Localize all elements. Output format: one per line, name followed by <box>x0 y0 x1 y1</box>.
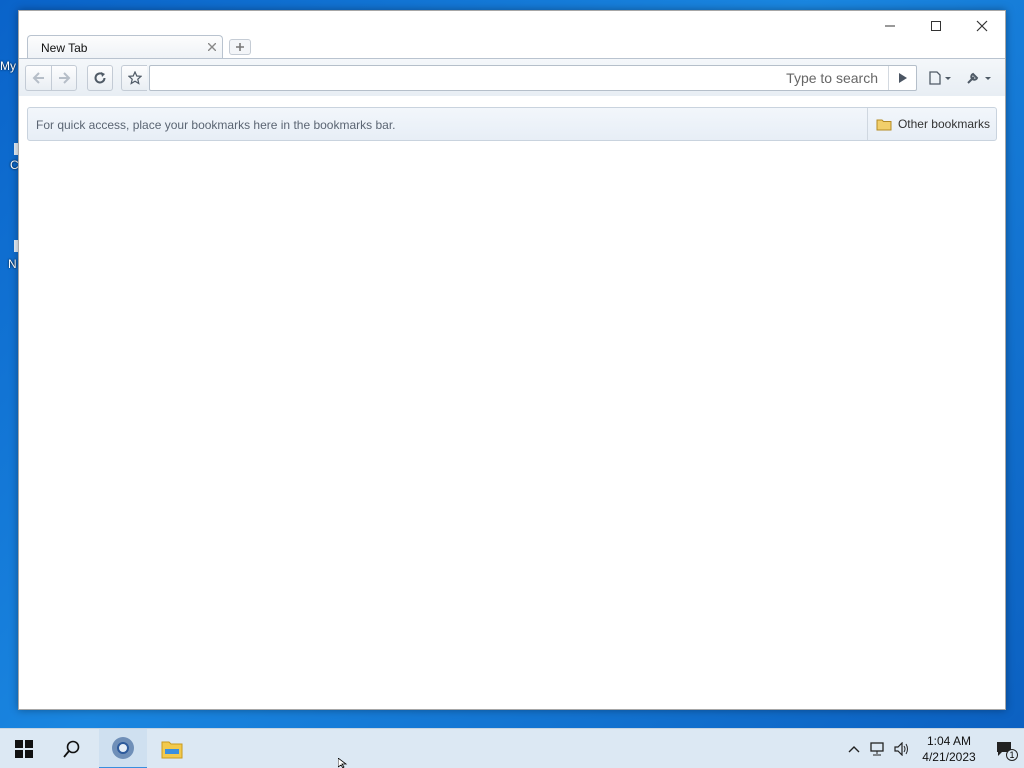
volume-icon <box>894 742 908 756</box>
page-menu-icon <box>929 71 951 85</box>
forward-button[interactable] <box>51 65 77 91</box>
other-bookmarks-button[interactable]: Other bookmarks <box>866 108 996 140</box>
clock-time: 1:04 AM <box>926 734 972 748</box>
back-button[interactable] <box>25 65 51 91</box>
maximize-button[interactable] <box>913 11 959 41</box>
start-button[interactable] <box>0 729 48 768</box>
other-bookmarks-label: Other bookmarks <box>897 117 990 131</box>
clock[interactable]: 1:04 AM 4/21/2023 <box>914 733 984 765</box>
reload-button[interactable] <box>87 65 113 91</box>
title-bar[interactable]: New Tab <box>19 11 1005 59</box>
star-icon <box>127 71 142 85</box>
browser-window: New Tab Type to search For quick access,… <box>18 10 1006 710</box>
windows-start-icon <box>15 740 33 758</box>
omnibox-placeholder: Type to search <box>786 70 878 86</box>
close-icon <box>976 20 988 32</box>
action-center-button[interactable]: 1 <box>984 729 1024 768</box>
address-bar[interactable]: Type to search <box>149 65 917 91</box>
close-icon <box>207 42 217 52</box>
wrench-menu-button[interactable] <box>963 65 995 91</box>
reload-icon <box>94 72 106 84</box>
tab-new-tab[interactable]: New Tab <box>27 35 223 59</box>
file-explorer-icon <box>161 741 183 759</box>
taskbar: 1:04 AM 4/21/2023 1 <box>0 728 1024 768</box>
tab-title: New Tab <box>41 41 88 55</box>
toolbar: Type to search <box>19 58 1005 96</box>
desktop-label-fragment: My <box>0 59 16 73</box>
page-menu-button[interactable] <box>925 65 955 91</box>
volume-button[interactable] <box>890 729 914 768</box>
back-icon <box>32 72 44 84</box>
show-hidden-icons-button[interactable] <box>842 729 866 768</box>
chevron-up-icon <box>848 746 860 753</box>
taskbar-file-explorer[interactable] <box>148 729 196 768</box>
taskbar-chromium[interactable] <box>99 729 147 768</box>
plus-icon <box>236 43 244 51</box>
search-icon <box>63 740 80 758</box>
close-button[interactable] <box>959 11 1005 41</box>
window-controls <box>867 11 1005 41</box>
new-tab-button[interactable] <box>229 39 251 55</box>
bookmarks-bar-hint: For quick access, place your bookmarks h… <box>36 118 396 132</box>
clock-date: 4/21/2023 <box>922 750 976 764</box>
search-button[interactable] <box>48 729 96 768</box>
tab-close-button[interactable] <box>207 40 217 54</box>
bookmarks-bar: For quick access, place your bookmarks h… <box>27 107 997 141</box>
desktop-label-fragment: N <box>8 257 17 271</box>
network-button[interactable] <box>866 729 890 768</box>
maximize-icon <box>931 21 941 31</box>
omnibox-input[interactable] <box>154 68 774 88</box>
bookmark-star-button[interactable] <box>121 65 147 91</box>
mouse-cursor-icon <box>338 758 348 768</box>
minimize-button[interactable] <box>867 11 913 41</box>
folder-icon <box>876 119 892 130</box>
minimize-icon <box>885 25 895 27</box>
wrench-icon <box>967 72 991 84</box>
go-button[interactable] <box>888 66 916 90</box>
network-icon <box>870 742 884 756</box>
notification-count-badge: 1 <box>1006 749 1018 761</box>
go-icon <box>898 73 907 83</box>
system-tray: 1:04 AM 4/21/2023 1 <box>842 729 1024 768</box>
chromium-icon <box>112 737 134 759</box>
forward-icon <box>59 72 71 84</box>
